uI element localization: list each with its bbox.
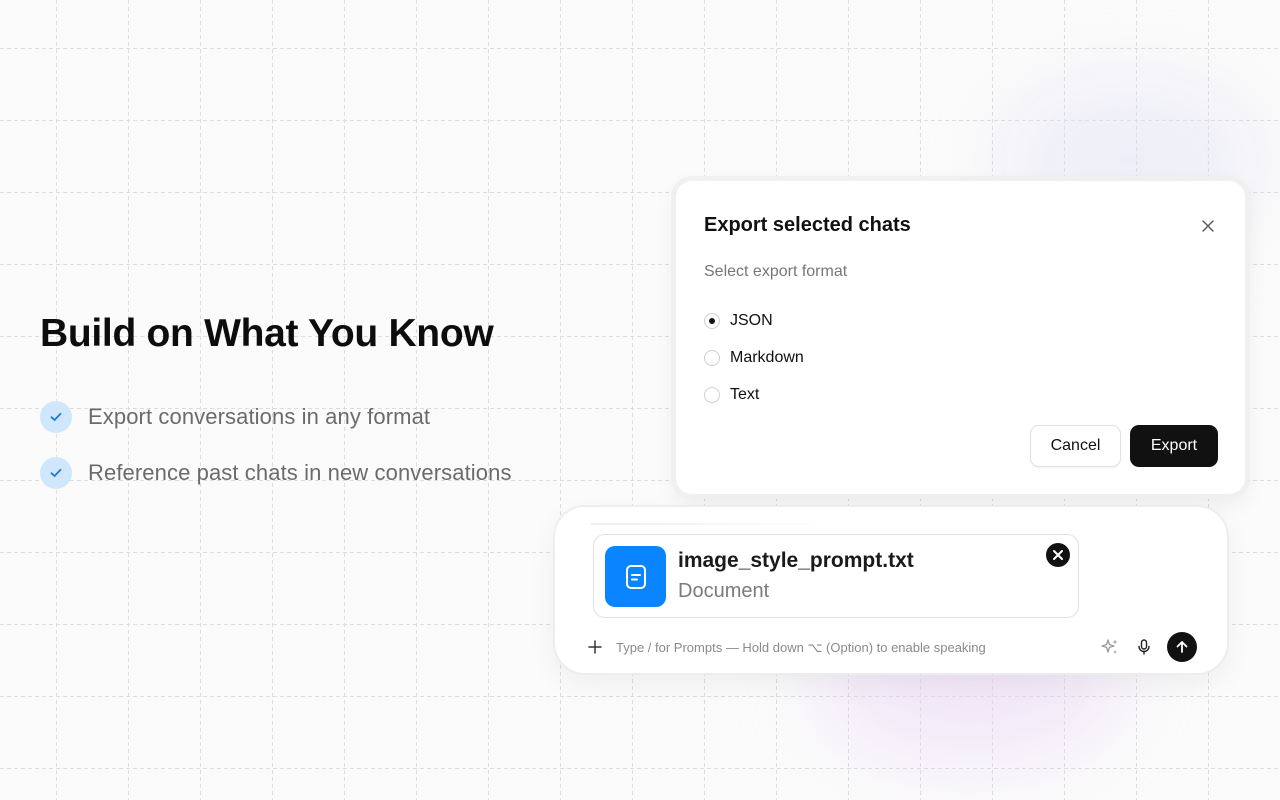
hero-section: Build on What You Know Export conversati… (40, 312, 600, 489)
radio-button[interactable] (704, 350, 720, 366)
feature-item: Reference past chats in new conversation… (40, 457, 512, 489)
remove-attachment-button[interactable] (1046, 543, 1070, 567)
export-button[interactable]: Export (1130, 425, 1218, 467)
message-composer: image_style_prompt.txt Document (555, 507, 1227, 673)
divider (591, 523, 837, 525)
composer-toolbar (585, 632, 1197, 662)
radio-button[interactable] (704, 387, 720, 403)
microphone-icon[interactable] (1133, 636, 1155, 658)
dialog-title: Export selected chats (704, 214, 911, 236)
radio-option-text[interactable]: Text (704, 386, 759, 404)
radio-button[interactable] (704, 313, 720, 329)
prompt-input[interactable] (616, 639, 1087, 655)
dialog-subtitle: Select export format (704, 263, 848, 280)
feature-text: Reference past chats in new conversation… (88, 460, 512, 485)
arrow-up-icon (1176, 641, 1188, 653)
radio-option-json[interactable]: JSON (704, 312, 773, 330)
feature-item: Export conversations in any format (40, 401, 430, 433)
feature-text: Export conversations in any format (88, 404, 431, 429)
cancel-button[interactable]: Cancel (1030, 425, 1121, 467)
attachment-card[interactable]: image_style_prompt.txt Document (593, 534, 1079, 618)
sparkle-icon[interactable] (1099, 636, 1121, 658)
close-icon (1053, 550, 1063, 560)
export-dialog: Export selected chats Select export form… (676, 181, 1245, 494)
document-icon (605, 546, 666, 607)
plus-icon[interactable] (585, 637, 605, 657)
hero-title: Build on What You Know (40, 312, 494, 355)
send-button[interactable] (1167, 632, 1197, 662)
radio-label: Text (730, 386, 760, 403)
radio-option-markdown[interactable]: Markdown (704, 349, 804, 367)
radio-label: Markdown (730, 349, 804, 366)
close-icon[interactable] (1199, 217, 1217, 235)
radio-label: JSON (730, 312, 773, 329)
check-icon (40, 457, 72, 489)
attachment-type: Document (678, 580, 770, 602)
check-icon (40, 401, 72, 433)
attachment-name: image_style_prompt.txt (678, 549, 914, 572)
